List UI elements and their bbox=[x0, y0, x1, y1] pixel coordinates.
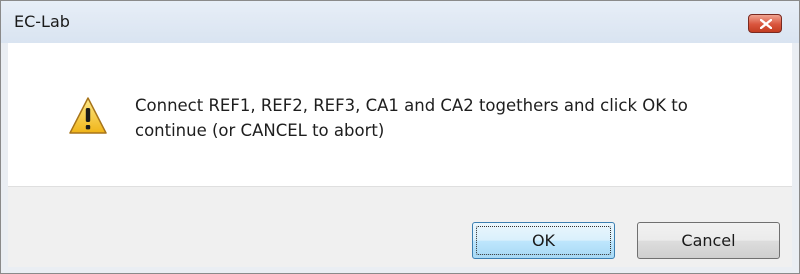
warning-icon bbox=[69, 97, 107, 134]
ok-button-label: OK bbox=[531, 231, 556, 250]
dialog-window: EC-Lab Connect REF1, REF2, REF3, CA1 and… bbox=[0, 0, 800, 274]
close-button[interactable] bbox=[748, 14, 782, 33]
dialog-content: Connect REF1, REF2, REF3, CA1 and CA2 to… bbox=[8, 43, 792, 186]
message-line: continue (or CANCEL to abort) bbox=[135, 121, 385, 140]
message-line: Connect REF1, REF2, REF3, CA1 and CA2 to… bbox=[135, 96, 688, 115]
dialog-message: Connect REF1, REF2, REF3, CA1 and CA2 to… bbox=[135, 93, 765, 143]
button-bar: OK Cancel bbox=[8, 186, 792, 267]
cancel-button[interactable]: Cancel bbox=[637, 222, 780, 259]
title-bar[interactable]: EC-Lab bbox=[1, 1, 799, 43]
window-title: EC-Lab bbox=[14, 12, 70, 31]
ok-button[interactable]: OK bbox=[472, 222, 615, 259]
cancel-button-label: Cancel bbox=[681, 231, 736, 250]
close-icon bbox=[760, 19, 772, 29]
